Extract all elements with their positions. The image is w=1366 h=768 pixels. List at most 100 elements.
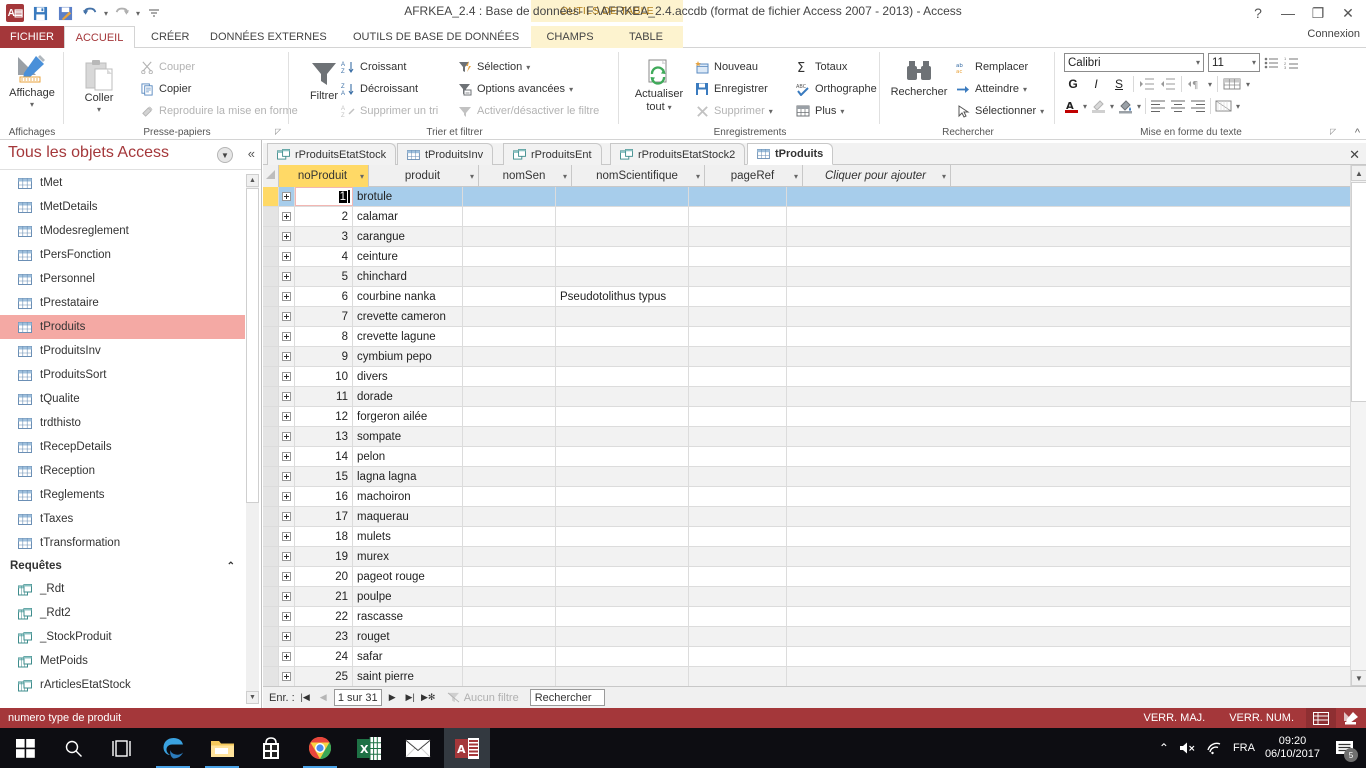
cell-add-new[interactable] <box>787 387 935 406</box>
row-selector[interactable] <box>263 407 279 426</box>
row-selector[interactable] <box>263 527 279 546</box>
expand-subdatasheet[interactable] <box>279 567 295 586</box>
cell-add-new[interactable] <box>787 467 935 486</box>
notifications-button[interactable]: 5 <box>1330 728 1360 768</box>
totaux-button[interactable]: Σ Totaux <box>793 56 883 78</box>
row-selector[interactable] <box>263 187 279 206</box>
expand-subdatasheet[interactable] <box>279 647 295 666</box>
cell-add-new[interactable] <box>787 227 935 246</box>
collapse-ribbon-button[interactable]: ^ <box>1355 127 1360 139</box>
cell-pageRef[interactable] <box>689 347 787 366</box>
expand-subdatasheet[interactable] <box>279 407 295 426</box>
cell-produit[interactable]: maquerau <box>353 507 463 526</box>
nav-item-ttaxes[interactable]: tTaxes <box>0 507 245 531</box>
expand-subdatasheet[interactable] <box>279 447 295 466</box>
reproduire-mise-en-forme-button[interactable]: Reproduire la mise en forme <box>137 100 298 122</box>
cell-pageRef[interactable] <box>689 407 787 426</box>
supprimer-button[interactable]: Supprimer ▾ <box>692 100 792 122</box>
underline-button[interactable]: S <box>1110 77 1128 91</box>
table-row[interactable]: 12 forgeron ailée <box>263 407 1366 427</box>
tab-creer[interactable]: CRÉER <box>141 26 200 48</box>
cell-nomScientifique[interactable] <box>556 467 689 486</box>
expand-subdatasheet[interactable] <box>279 467 295 486</box>
text-direction-icon[interactable]: ¶ <box>1187 77 1203 91</box>
chevron-down-icon[interactable]: ▾ <box>470 172 474 181</box>
cell-add-new[interactable] <box>787 587 935 606</box>
table-row[interactable]: 3 carangue <box>263 227 1366 247</box>
cell-nomSen[interactable] <box>463 287 556 306</box>
nav-item-tproduits[interactable]: tProduits <box>0 315 245 339</box>
cell-nomScientifique[interactable] <box>556 647 689 666</box>
mise-en-forme-dialog-launcher[interactable]: ◸ <box>1330 127 1340 137</box>
plus-icon[interactable] <box>282 352 291 361</box>
nav-item-treglements[interactable]: tReglements <box>0 483 245 507</box>
cell-nomSen[interactable] <box>463 627 556 646</box>
plus-button[interactable]: Plus ▾ <box>793 100 883 122</box>
cell-produit[interactable]: sompate <box>353 427 463 446</box>
cell-pageRef[interactable] <box>689 207 787 226</box>
expand-subdatasheet[interactable] <box>279 487 295 506</box>
nav-item-trecepdetails[interactable]: tRecepDetails <box>0 435 245 459</box>
cell-nomScientifique[interactable] <box>556 627 689 646</box>
cell-produit[interactable]: chinchard <box>353 267 463 286</box>
doctab-rproduitsetatstock[interactable]: rProduitsEtatStock <box>267 143 397 165</box>
text-highlight-icon[interactable] <box>1091 99 1106 114</box>
close-document-button[interactable]: ✕ <box>1349 147 1360 163</box>
cell-nomSen[interactable] <box>463 207 556 226</box>
speaker-muted-icon[interactable] <box>1179 741 1196 755</box>
nav-item-rarticlesetatstock[interactable]: rArticlesEtatStock <box>0 673 245 697</box>
cell-nomScientifique[interactable] <box>556 267 689 286</box>
cell-nomScientifique[interactable]: Pseudotolithus typus <box>556 287 689 306</box>
cell-produit[interactable]: brotule <box>353 187 463 206</box>
nav-item-tmet[interactable]: tMet <box>0 171 245 195</box>
doctab-rproduitsent[interactable]: rProduitsEnt <box>503 143 602 165</box>
doctab-tproduitsinv[interactable]: tProduitsInv <box>397 143 494 165</box>
increase-indent-icon[interactable] <box>1139 77 1155 91</box>
cell-produit[interactable]: ceinture <box>353 247 463 266</box>
cell-nomSen[interactable] <box>463 327 556 346</box>
plus-icon[interactable] <box>282 312 291 321</box>
row-selector[interactable] <box>263 427 279 446</box>
cell-add-new[interactable] <box>787 567 935 586</box>
doctab-rproduitsetatstock2[interactable]: rProduitsEtatStock2 <box>610 143 746 165</box>
supprimer-un-tri-button[interactable]: AZ Supprimer un tri <box>338 100 468 122</box>
tab-champs[interactable]: CHAMPS <box>531 26 609 48</box>
scroll-up-arrow-icon[interactable]: ▲ <box>246 174 259 187</box>
doctab-tproduits[interactable]: tProduits <box>747 143 834 165</box>
plus-icon[interactable] <box>282 412 291 421</box>
cell-noProduit[interactable]: 1 <box>295 187 353 206</box>
cell-noProduit[interactable]: 10 <box>295 367 353 386</box>
clock[interactable]: 09:20 06/10/2017 <box>1265 735 1320 761</box>
nav-item-tpersfonction[interactable]: tPersFonction <box>0 243 245 267</box>
cell-nomSen[interactable] <box>463 487 556 506</box>
plus-dropdown-icon[interactable]: ▾ <box>840 107 844 116</box>
gridlines-dropdown-icon[interactable]: ▾ <box>1246 80 1250 89</box>
row-selector[interactable] <box>263 447 279 466</box>
cell-nomSen[interactable] <box>463 507 556 526</box>
cell-nomSen[interactable] <box>463 227 556 246</box>
text-direction-dropdown-icon[interactable]: ▾ <box>1208 80 1212 89</box>
mail-icon[interactable] <box>395 728 441 768</box>
cell-nomScientifique[interactable] <box>556 247 689 266</box>
cell-pageRef[interactable] <box>689 667 787 686</box>
plus-icon[interactable] <box>282 452 291 461</box>
cell-nomSen[interactable] <box>463 467 556 486</box>
table-row[interactable]: 17 maquerau <box>263 507 1366 527</box>
fill-color-icon[interactable] <box>1118 99 1133 114</box>
cell-noProduit[interactable]: 24 <box>295 647 353 666</box>
cell-nomScientifique[interactable] <box>556 427 689 446</box>
cell-pageRef[interactable] <box>689 487 787 506</box>
font-size-dropdown-icon[interactable]: ▾ <box>1252 58 1256 67</box>
cell-add-new[interactable] <box>787 247 935 266</box>
navigation-pane-collapse-icon[interactable]: « <box>248 146 255 161</box>
cell-add-new[interactable] <box>787 287 935 306</box>
plus-icon[interactable] <box>282 572 291 581</box>
table-row[interactable]: 1 brotule <box>263 187 1366 207</box>
cell-noProduit[interactable]: 13 <box>295 427 353 446</box>
cell-nomScientifique[interactable] <box>556 527 689 546</box>
table-row[interactable]: 6 courbine nanka Pseudotolithus typus <box>263 287 1366 307</box>
wifi-icon[interactable] <box>1206 741 1223 755</box>
nav-item-tproduitsinv[interactable]: tProduitsInv <box>0 339 245 363</box>
nouveau-button[interactable]: Nouveau <box>692 56 792 78</box>
table-row[interactable]: 11 dorade <box>263 387 1366 407</box>
